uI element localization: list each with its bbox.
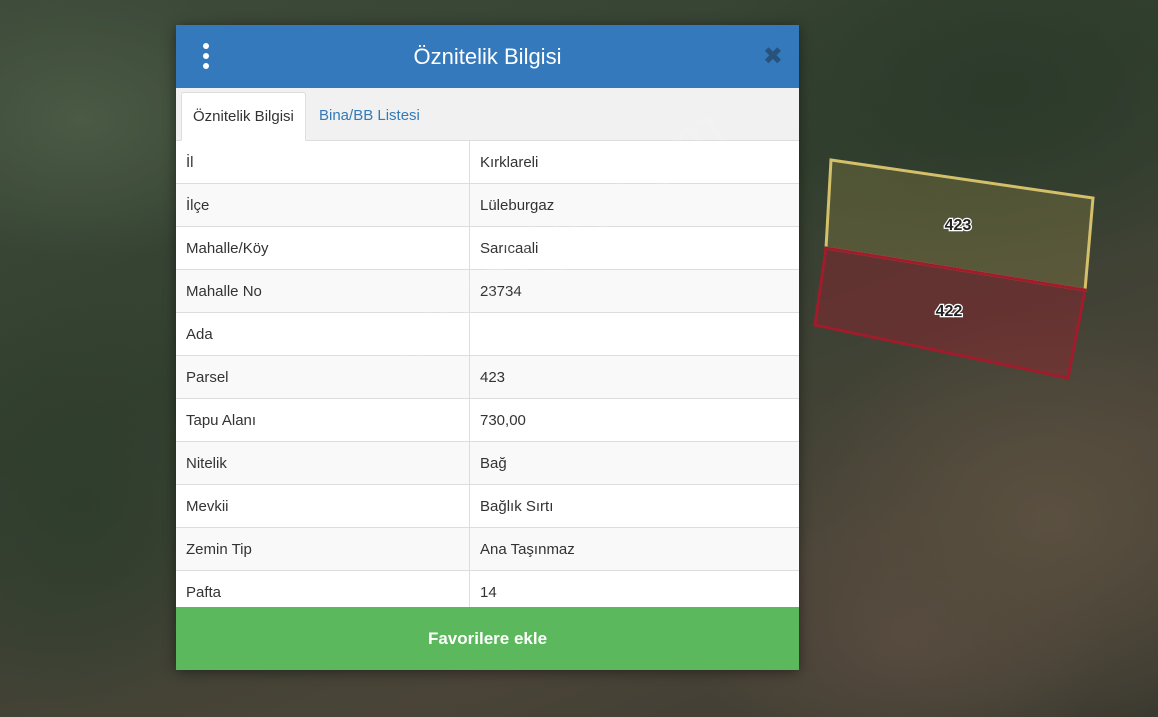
- row-key: Mahalle/Köy: [176, 226, 470, 270]
- dialog-header: Öznitelik Bilgisi ✖: [176, 25, 799, 88]
- add-to-favorites-button[interactable]: Favorilere ekle: [176, 607, 799, 670]
- tab-attribute-info[interactable]: Öznitelik Bilgisi: [181, 92, 306, 141]
- attribute-info-dialog: Öznitelik Bilgisi ✖ Öznitelik Bilgisi Bi…: [176, 25, 799, 670]
- table-row: Tapu Alanı 730,00: [176, 398, 799, 442]
- table-row: Mahalle/Köy Sarıcaali: [176, 226, 799, 270]
- attribute-table: İl Kırklareli İlçe Lüleburgaz Mahalle/Köy Sar…: [176, 141, 799, 614]
- table-row: İl Kırklareli: [176, 141, 799, 184]
- dialog-title: Öznitelik Bilgisi: [413, 43, 562, 69]
- row-value: Kırklareli: [469, 141, 799, 184]
- row-value: Sarıcaali: [469, 226, 799, 270]
- row-key: Ada: [176, 312, 470, 356]
- row-value: Lüleburgaz: [469, 183, 799, 227]
- close-icon[interactable]: ✖: [763, 42, 783, 71]
- row-key: Mahalle No: [176, 269, 470, 313]
- row-key: İl: [176, 141, 470, 184]
- table-row: Mevkii Bağlık Sırtı: [176, 484, 799, 528]
- tab-building-list[interactable]: Bina/BB Listesi: [308, 92, 431, 139]
- more-menu-icon[interactable]: [194, 43, 218, 69]
- row-value: Bağ: [469, 441, 799, 485]
- row-value: 730,00: [469, 398, 799, 442]
- row-key: İlçe: [176, 183, 470, 227]
- table-row: Ada: [176, 312, 799, 356]
- row-key: Mevkii: [176, 484, 470, 528]
- row-value: 23734: [469, 269, 799, 313]
- table-row: Nitelik Bağ: [176, 441, 799, 485]
- tab-bar: Öznitelik Bilgisi Bina/BB Listesi: [176, 88, 799, 141]
- row-value: 423: [469, 355, 799, 399]
- table-row: Parsel 423: [176, 355, 799, 399]
- row-key: Zemin Tip: [176, 527, 470, 571]
- table-row: İlçe Lüleburgaz: [176, 183, 799, 227]
- table-row: Mahalle No 23734: [176, 269, 799, 313]
- table-row: Zemin Tip Ana Taşınmaz: [176, 527, 799, 571]
- row-value: Bağlık Sırtı: [469, 484, 799, 528]
- row-value: [469, 312, 799, 356]
- row-value: Ana Taşınmaz: [469, 527, 799, 571]
- parcel-label-422: 422: [936, 303, 963, 320]
- row-key: Tapu Alanı: [176, 398, 470, 442]
- row-key: Nitelik: [176, 441, 470, 485]
- parcel-label-423: 423: [945, 217, 972, 234]
- row-key: Parsel: [176, 355, 470, 399]
